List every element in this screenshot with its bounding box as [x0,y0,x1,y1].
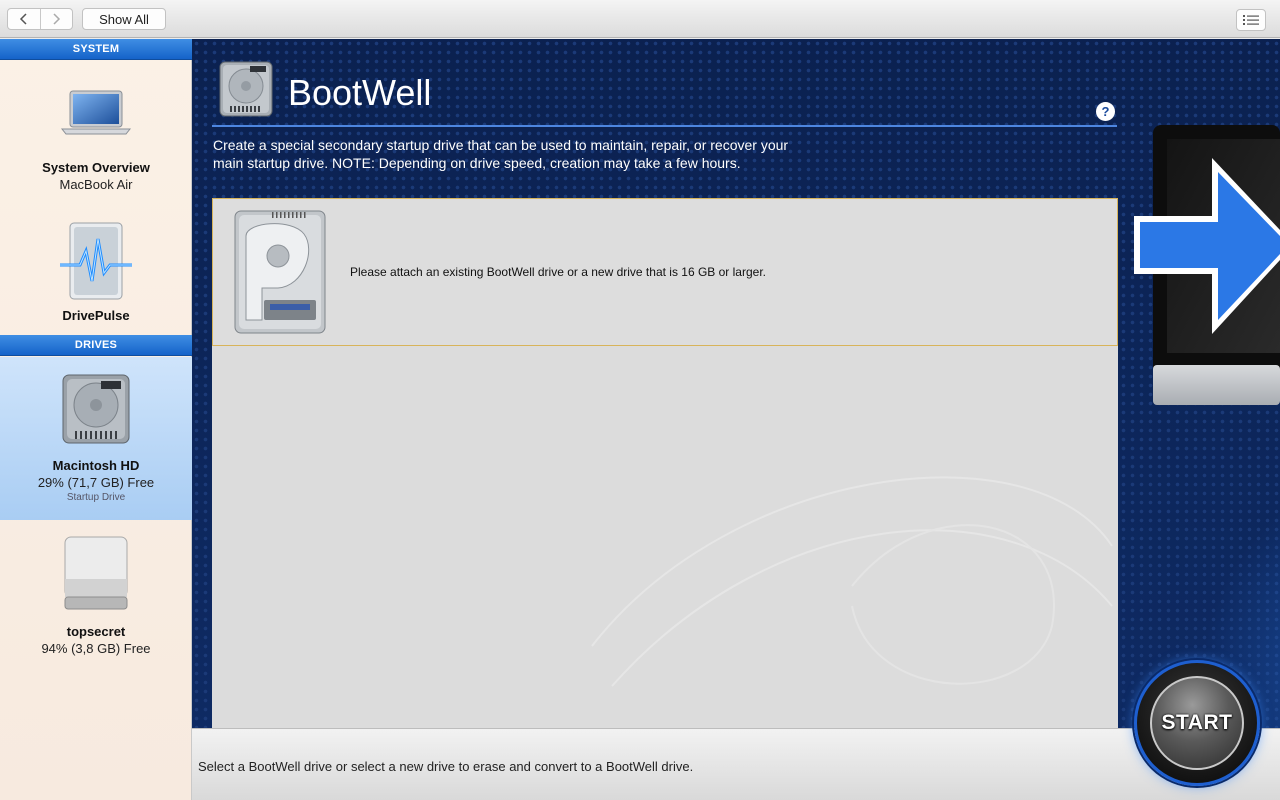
chevron-right-icon [53,13,61,25]
start-button[interactable]: START [1150,676,1244,770]
status-message: Select a BootWell drive or select a new … [198,759,694,774]
startup-drive-label: Startup Drive [66,492,126,503]
sidebar-item-title: DrivePulse [62,308,130,323]
sidebar-item-subtitle: MacBook Air [59,177,133,192]
arrow-icon [1134,158,1280,334]
list-view-button[interactable] [1236,9,1266,31]
sidebar-item-macintosh-hd[interactable]: Macintosh HD 29% (71,7 GB) Free Startup … [0,357,192,520]
attach-drive-message: Please attach an existing BootWell drive… [350,265,766,279]
sidebar-item-system-overview[interactable]: System Overview MacBook Air [0,89,192,199]
laptop-icon [60,90,132,135]
sidebar-item-subtitle: 29% (71,7 GB) Free [37,475,155,490]
drivepulse-icon [60,222,132,300]
toolbar: Show All [0,0,1280,38]
sidebar-item-title: System Overview [42,160,150,175]
sidebar-item-subtitle: 94% (3,8 GB) Free [41,641,151,656]
page-title: BootWell [288,72,432,113]
sidebar-item-topsecret[interactable]: topsecret 94% (3,8 GB) Free [0,535,192,656]
external-drive-icon [64,536,128,610]
help-button[interactable]: ? [1096,102,1115,121]
sidebar-item-drivepulse[interactable]: DrivePulse [0,221,192,331]
sidebar-item-title: topsecret [66,624,126,639]
show-all-button[interactable]: Show All [82,8,166,30]
empty-drive-icon [234,210,326,334]
back-button[interactable] [8,9,40,29]
chevron-left-icon [19,13,27,25]
bootwell-drive-icon [219,61,273,117]
sidebar-item-title: Macintosh HD [52,458,140,473]
navigation-buttons [7,8,73,30]
system-section-header: SYSTEM [0,39,192,60]
title-divider [212,125,1117,127]
sidebar: SYSTEM System Overview MacBook Air Drive… [0,39,192,800]
start-button-label: START [1161,711,1233,734]
drives-section-header: DRIVES [0,335,192,356]
list-view-icon [1243,15,1259,25]
hard-drive-icon [62,374,130,444]
forward-button[interactable] [39,9,73,29]
page-description: Create a special secondary startup drive… [213,137,789,171]
